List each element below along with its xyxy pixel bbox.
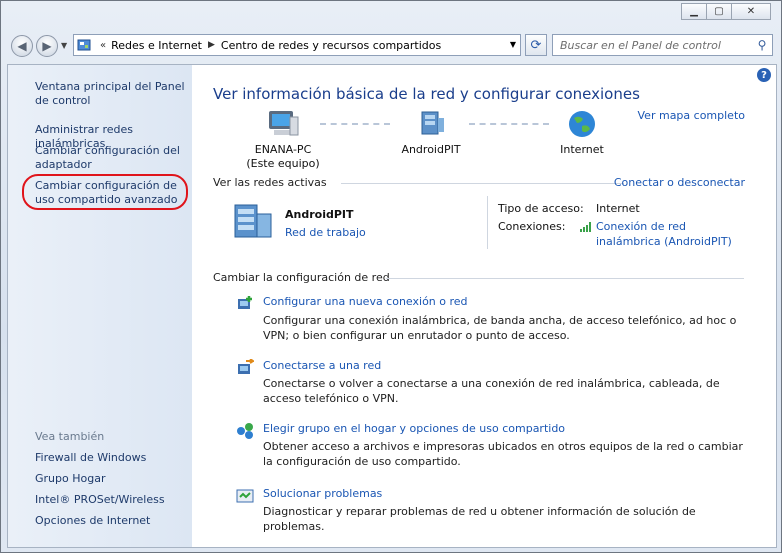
refresh-icon: ⟳ [530, 37, 542, 53]
task-troubleshoot-desc: Diagnosticar y reparar problemas de red … [263, 505, 696, 533]
address-overflow-icon[interactable]: « [100, 40, 106, 51]
connections-label: Conexiones: [498, 220, 566, 233]
task-connect-desc: Conectarse o volver a conectarse a una c… [263, 377, 720, 405]
breadcrumb-centro[interactable]: Centro de redes y recursos compartidos [221, 39, 441, 52]
task-new-connection-link[interactable]: Configurar una nueva conexión o red [263, 294, 468, 309]
see-also-internet-options[interactable]: Opciones de Internet [35, 514, 187, 528]
node-computer-name: ENANA-PC [254, 143, 312, 156]
active-networks-rule [341, 183, 624, 184]
node-internet[interactable]: Internet [543, 109, 621, 157]
computer-icon [269, 111, 299, 136]
forward-arrow-icon: ▶ [42, 39, 52, 53]
maximize-button[interactable]: ▢ [706, 3, 732, 20]
see-also-firewall[interactable]: Firewall de Windows [35, 451, 187, 465]
sidebar: Ventana principal del Panel de control A… [8, 65, 192, 547]
highlight-oval [22, 174, 188, 210]
node-computer[interactable]: ENANA-PC (Este equipo) [243, 109, 323, 171]
task-new-connection-desc: Configurar una conexión inalámbrica, de … [263, 314, 737, 342]
node-network[interactable]: AndroidPIT [391, 109, 471, 157]
sidebar-link-control-panel-home[interactable]: Ventana principal del Panel de control [35, 80, 187, 108]
see-also-heading: Vea también [35, 430, 105, 443]
connection-link[interactable]: Conexión de red inalámbrica (AndroidPIT) [596, 219, 746, 249]
address-bar[interactable]: « Redes e Internet ▶ Centro de redes y r… [73, 34, 521, 56]
search-icon[interactable]: ⚲ [752, 38, 772, 52]
connector-line-2 [469, 123, 549, 125]
address-dropdown-icon[interactable]: ▼ [510, 40, 516, 49]
view-full-map-link[interactable]: Ver mapa completo [638, 109, 745, 122]
change-settings-rule [386, 278, 744, 279]
globe-icon [569, 111, 595, 137]
breadcrumb-redes[interactable]: Redes e Internet [111, 39, 202, 52]
task-connect-link[interactable]: Conectarse a una red [263, 358, 381, 373]
refresh-button[interactable]: ⟳ [525, 34, 547, 56]
node-network-name: AndroidPIT [401, 143, 461, 156]
search-box[interactable]: Buscar en el Panel de control ⚲ [552, 34, 773, 56]
help-icon[interactable]: ? [757, 68, 771, 82]
history-dropdown-icon[interactable]: ▼ [61, 41, 67, 50]
wifi-signal-icon [580, 222, 591, 232]
task-homegroup-link[interactable]: Elegir grupo en el hogar y opciones de u… [263, 421, 565, 436]
network-name: AndroidPIT [285, 208, 354, 221]
homegroup-icon [237, 423, 253, 439]
connect-disconnect-link[interactable]: Conectar o desconectar [614, 176, 745, 189]
caption-buttons: ▁ ▢ ✕ [681, 3, 771, 20]
network-type-link[interactable]: Red de trabajo [285, 225, 366, 240]
breadcrumb-separator-icon[interactable]: ▶ [208, 40, 215, 50]
page-title: Ver información básica de la red y confi… [213, 85, 640, 103]
back-button[interactable]: ◀ [11, 35, 33, 57]
network-building-icon [234, 204, 272, 238]
window: ▁ ▢ ✕ ◀ ▶ ▼ « Redes e Internet ▶ Centro … [0, 0, 782, 553]
content-area: Ventana principal del Panel de control A… [7, 64, 777, 548]
control-panel-icon [77, 38, 91, 52]
minimize-button[interactable]: ▁ [681, 3, 707, 20]
node-internet-name: Internet [560, 143, 604, 156]
node-computer-sub: (Este equipo) [246, 157, 320, 170]
see-also-homegroup[interactable]: Grupo Hogar [35, 472, 187, 486]
new-connection-icon [238, 296, 252, 309]
connect-network-icon [238, 359, 254, 374]
change-settings-heading: Cambiar la configuración de red [213, 271, 390, 284]
troubleshoot-icon [236, 489, 254, 503]
main-panel: Ver información básica de la red y confi… [213, 65, 755, 547]
task-troubleshoot-link[interactable]: Solucionar problemas [263, 486, 382, 501]
access-type-value: Internet [596, 202, 640, 215]
forward-button[interactable]: ▶ [36, 35, 58, 57]
network-divider [487, 196, 488, 249]
back-arrow-icon: ◀ [17, 39, 27, 53]
task-homegroup-desc: Obtener acceso a archivos e impresoras u… [263, 440, 743, 468]
search-input[interactable]: Buscar en el Panel de control [553, 39, 752, 52]
active-networks-heading: Ver las redes activas [213, 176, 327, 189]
close-button[interactable]: ✕ [731, 3, 771, 20]
connector-line-1 [320, 123, 390, 125]
sidebar-link-adapter-settings[interactable]: Cambiar configuración del adaptador [35, 144, 187, 172]
network-icon [421, 111, 444, 135]
see-also-intel-proset[interactable]: Intel® PROSet/Wireless [35, 493, 187, 507]
access-type-label: Tipo de acceso: [498, 202, 584, 215]
